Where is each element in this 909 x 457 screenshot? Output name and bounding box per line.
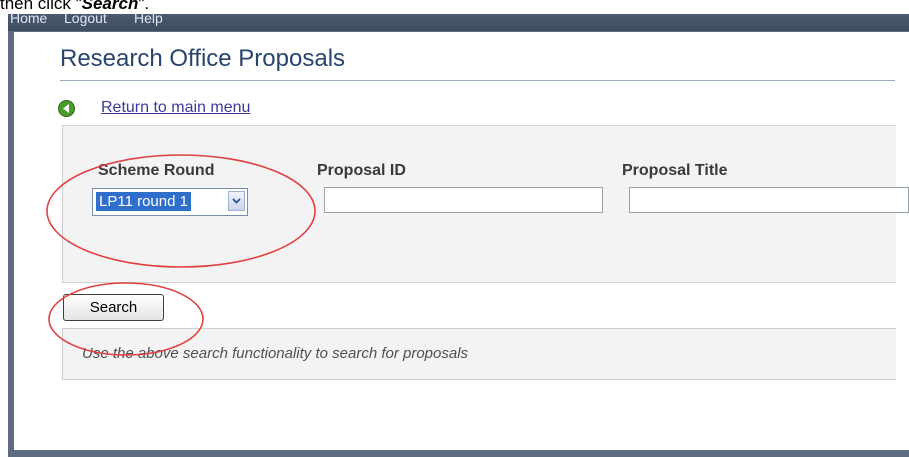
scheme-round-selected-value: LP11 round 1	[96, 192, 191, 211]
search-button[interactable]: Search	[63, 294, 164, 321]
scheme-round-label: Scheme Round	[98, 162, 215, 179]
proposal-title-label: Proposal Title	[622, 162, 728, 179]
top-nav: Home Logout Help	[8, 10, 909, 31]
proposal-id-input[interactable]	[324, 187, 603, 213]
return-to-main-menu-link[interactable]: Return to main menu	[101, 99, 250, 117]
dropdown-button[interactable]	[228, 191, 245, 211]
nav-logout[interactable]: Logout	[64, 10, 107, 26]
back-arrow-icon[interactable]	[58, 100, 75, 117]
nav-home[interactable]: Home	[10, 10, 47, 26]
proposal-title-input[interactable]	[629, 187, 909, 213]
nav-help[interactable]: Help	[134, 10, 163, 26]
proposal-id-label: Proposal ID	[317, 162, 406, 179]
title-divider	[60, 80, 895, 81]
scheme-round-select[interactable]: LP11 round 1	[92, 188, 248, 216]
chevron-down-icon	[232, 198, 241, 204]
page-title: Research Office Proposals	[60, 45, 346, 72]
search-hint: Use the above search functionality to se…	[82, 345, 469, 362]
